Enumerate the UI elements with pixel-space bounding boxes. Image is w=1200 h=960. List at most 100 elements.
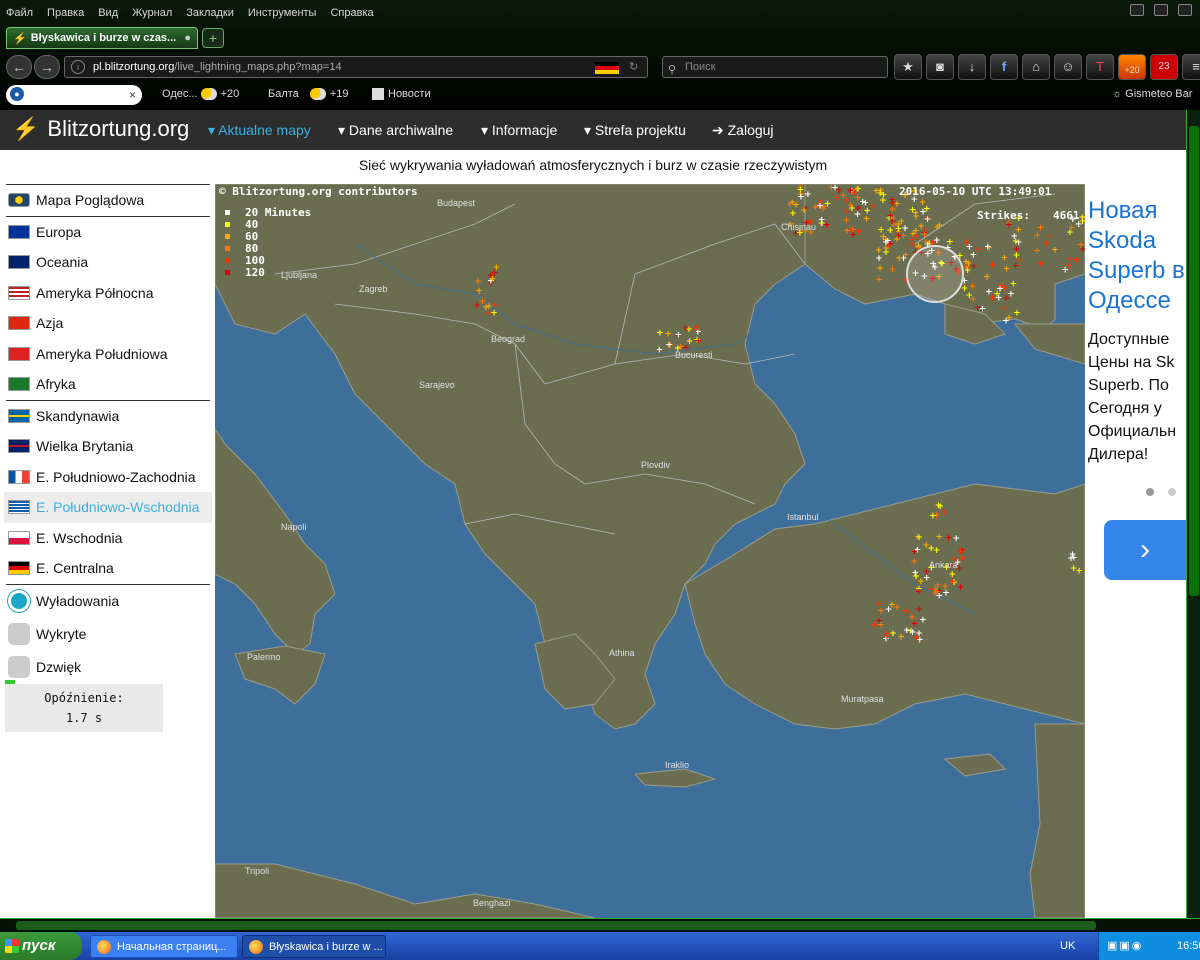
weather-badge[interactable]: +20 xyxy=(1118,54,1146,80)
strike-marker: + xyxy=(1034,231,1042,241)
lightning-map[interactable]: + + + + + + + + + + + + + + + + + + + + + + + + + + + + + + + + + + + + + + + +… xyxy=(215,184,1085,918)
option-detected[interactable]: Wykryte xyxy=(4,618,212,651)
facebook-icon[interactable]: f xyxy=(990,54,1018,80)
url-bar[interactable]: i pl.blitzortung.org/live_lightning_maps… xyxy=(64,56,648,78)
strike-marker: + xyxy=(993,289,1001,299)
sidebar-item-label: Azja xyxy=(36,315,64,332)
strikes-label: Strikes: xyxy=(977,209,1030,222)
smiley-icon[interactable]: ☺ xyxy=(1054,54,1082,80)
strike-marker: + xyxy=(1013,251,1021,261)
nav-archive-data[interactable]: ▾ Dane archiwalne xyxy=(338,122,453,139)
tab-active[interactable]: ⚡ Błyskawica i burze w czas... ● xyxy=(6,27,198,49)
strike-marker: + xyxy=(484,309,492,319)
bookmark-star-icon[interactable]: ★ xyxy=(894,54,922,80)
language-indicator[interactable]: UK xyxy=(1060,932,1075,960)
menu-tools[interactable]: Инструменты xyxy=(248,7,317,19)
sidebar-item-label: Skandynawia xyxy=(36,407,120,424)
menu-help[interactable]: Справка xyxy=(330,7,373,19)
strike-marker: + xyxy=(1011,232,1019,242)
sidebar-item-overview[interactable]: Mapa Poglądowa xyxy=(4,185,212,216)
strike-marker: + xyxy=(889,629,897,639)
sidebar-item-east-europe[interactable]: E. Wschodnia xyxy=(4,523,212,554)
sidebar-item-north-america[interactable]: Ameryka Północna xyxy=(4,278,212,309)
ad-next-button[interactable]: › xyxy=(1104,520,1186,580)
nav-information[interactable]: ▾ Informacje xyxy=(481,122,557,139)
nav-current-maps[interactable]: ▾ Aktualne mapy xyxy=(208,122,311,139)
strike-marker: + xyxy=(895,231,903,241)
reload-icon[interactable]: ↻ xyxy=(629,57,638,77)
nav-login[interactable]: ➔ Zaloguj xyxy=(712,122,774,139)
start-button[interactable]: пуск xyxy=(0,932,82,960)
scroll-thumb[interactable] xyxy=(16,921,1096,930)
lightning-logo-icon: ⚡ xyxy=(12,116,40,141)
sidebar-item-asia[interactable]: Azja xyxy=(4,308,212,339)
carousel-dot[interactable] xyxy=(1168,488,1176,496)
clear-icon[interactable]: × xyxy=(129,85,136,105)
translate-icon[interactable]: T xyxy=(1086,54,1114,80)
sidebar-item-africa[interactable]: Afryka xyxy=(4,369,212,400)
site-info-icon[interactable]: i xyxy=(71,60,85,74)
hamburger-menu-icon[interactable]: ≡ xyxy=(1182,54,1200,80)
strike-marker: + xyxy=(1005,313,1013,323)
vertical-scrollbar[interactable] xyxy=(1186,110,1200,918)
download-icon[interactable]: ↓ xyxy=(958,54,986,80)
sidebar-item-central-europe[interactable]: E. Centralna xyxy=(4,553,212,584)
new-tab-button[interactable]: + xyxy=(202,28,224,48)
carousel-dot[interactable] xyxy=(1146,488,1154,496)
option-discharges[interactable]: Wyładowania xyxy=(4,585,212,618)
option-sound[interactable]: Dzwięk xyxy=(4,651,212,684)
gismeteo-bar[interactable]: ☼ Gismeteo Bar xyxy=(1112,88,1192,100)
close-window-button[interactable] xyxy=(1178,4,1192,16)
strike-marker: + xyxy=(1073,256,1081,266)
south-america-flag-icon xyxy=(8,346,30,361)
sidebar-item-oceania[interactable]: Oceania xyxy=(4,247,212,278)
firefox-icon xyxy=(249,940,263,954)
strikes-count: 4661 xyxy=(1053,209,1080,222)
sidebar-item-scandinavia[interactable]: Skandynawia xyxy=(4,401,212,432)
ad-headline-line: Superb в xyxy=(1088,257,1185,284)
strike-marker: + xyxy=(912,212,920,222)
strike-marker: + xyxy=(843,227,851,237)
strike-marker: + xyxy=(869,202,877,212)
menu-bookmarks[interactable]: Закладки xyxy=(186,7,234,19)
logo-text: Blitzortung.org xyxy=(47,116,190,141)
globe-icon xyxy=(8,193,30,208)
tab-close-icon[interactable]: ● xyxy=(184,32,191,44)
bookmark-balta[interactable]: Балта +19 xyxy=(268,88,349,101)
forward-button[interactable]: → xyxy=(34,55,60,79)
eu-flag-icon xyxy=(8,224,30,239)
site-logo[interactable]: ⚡ Blitzortung.org xyxy=(12,116,189,142)
search-input[interactable]: ⚲ Поиск xyxy=(662,56,888,78)
pocket-icon[interactable]: ◙ xyxy=(926,54,954,80)
start-label: пуск xyxy=(22,937,56,954)
sidebar-item-southwest-europe[interactable]: E. Południowo-Zachodnia xyxy=(4,462,212,493)
sidebar-item-southeast-europe[interactable]: E. Południowo-Wschodnia xyxy=(4,492,212,523)
nav-project-zone[interactable]: ▾ Strefa projektu xyxy=(584,122,686,139)
bookmark-news[interactable]: Новости xyxy=(372,88,431,101)
menu-file[interactable]: Файл xyxy=(6,7,33,19)
mail-badge[interactable]: 23 xyxy=(1150,54,1178,80)
taskbar-item-blitzortung[interactable]: Błyskawica i burze w ... xyxy=(242,935,386,958)
bookmark-odessa-label: Одес... xyxy=(162,88,198,100)
gismeteo-label: Gismeteo Bar xyxy=(1125,88,1193,100)
sidebar-item-europe[interactable]: Europa xyxy=(4,217,212,248)
strike-marker: + xyxy=(1001,254,1009,264)
back-button[interactable]: ← xyxy=(6,55,32,79)
horizontal-scrollbar[interactable] xyxy=(0,918,1200,932)
menu-view[interactable]: Вид xyxy=(98,7,118,19)
menu-history[interactable]: Журнал xyxy=(132,7,172,19)
home-icon[interactable]: ⌂ xyxy=(1022,54,1050,80)
speaker-icon xyxy=(8,656,30,678)
weather-search-input[interactable]: ● × xyxy=(6,85,142,105)
bookmark-odessa[interactable]: Одес... +20 xyxy=(162,88,239,101)
taskbar-item-start-page[interactable]: Начальная страниц... xyxy=(90,935,238,958)
maximize-button[interactable] xyxy=(1154,4,1168,16)
menu-edit[interactable]: Правка xyxy=(47,7,84,19)
scroll-thumb[interactable] xyxy=(1189,126,1199,596)
strike-marker: + xyxy=(933,236,941,246)
toolbar-icons: ★ ◙ ↓ f ⌂ ☺ T +20 23 ≡ xyxy=(894,54,1200,80)
sidebar-item-great-britain[interactable]: Wielka Brytania xyxy=(4,431,212,462)
sidebar-item-south-america[interactable]: Ameryka Południowa xyxy=(4,339,212,370)
minimize-button[interactable] xyxy=(1130,4,1144,16)
strike-marker: + xyxy=(876,264,884,274)
